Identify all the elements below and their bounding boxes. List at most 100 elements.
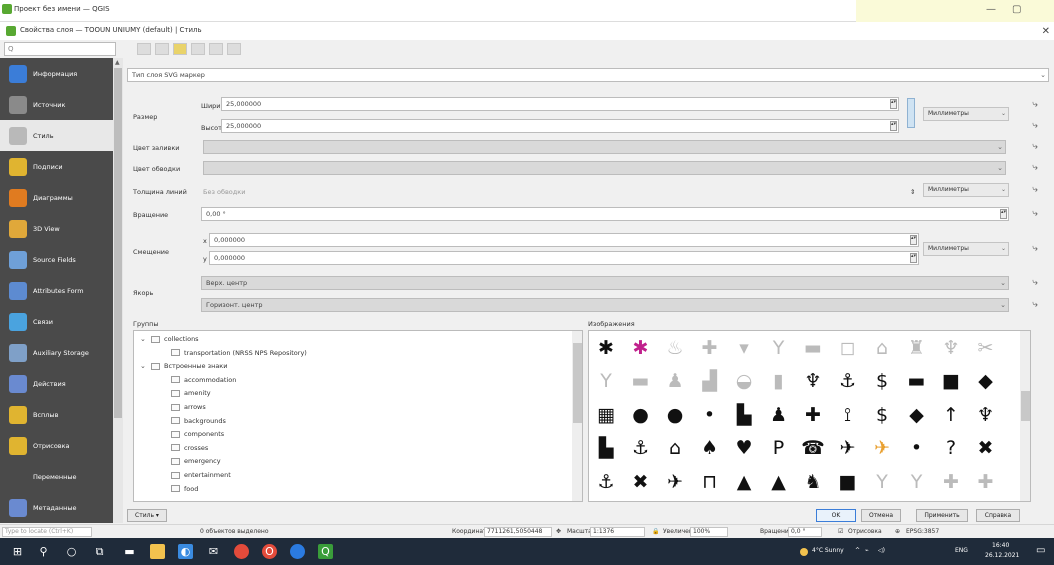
- tree-item[interactable]: transportation (NRSS NPS Repository): [160, 349, 307, 357]
- svg-symbol-icon[interactable]: •: [904, 436, 930, 462]
- height-input[interactable]: 25,000000 ▴▾: [221, 119, 899, 133]
- data-defined-override-icon[interactable]: ⤷: [1028, 161, 1042, 175]
- anchor-horizontal-select[interactable]: Верх. центр ⌄: [201, 276, 1009, 290]
- sidebar-item[interactable]: Метаданные: [0, 492, 113, 523]
- svg-symbol-icon[interactable]: ▙: [731, 402, 757, 428]
- svg-symbol-icon[interactable]: ☎: [800, 436, 826, 462]
- sidebar-scrollbar[interactable]: ▲: [113, 58, 123, 523]
- size-unit-select[interactable]: Миллиметры ⌄: [923, 107, 1009, 121]
- stroke-unit-select[interactable]: Миллиметры ⌄: [923, 183, 1009, 197]
- svg-symbol-icon[interactable]: ✖: [628, 469, 654, 495]
- network-icon[interactable]: ⌁: [865, 547, 869, 554]
- svg-symbol-icon[interactable]: $: [869, 402, 895, 428]
- sidebar-item[interactable]: Отрисовка: [0, 430, 113, 461]
- volume-icon[interactable]: ◁): [878, 547, 885, 554]
- sidebar-item[interactable]: Всплыв: [0, 399, 113, 430]
- tree-item[interactable]: amenity: [160, 389, 211, 397]
- data-defined-override-icon[interactable]: ⤷: [1028, 242, 1042, 256]
- svg-groups-tree[interactable]: ⌄ collections transportation (NRSS NPS Rep…: [133, 330, 583, 502]
- svg-symbol-icon[interactable]: ▙: [593, 436, 619, 462]
- tree-item[interactable]: accommodation: [160, 376, 236, 384]
- crs-icon[interactable]: ⊕: [895, 528, 900, 535]
- spinbox-arrows-icon[interactable]: ▴▾: [890, 99, 897, 109]
- svg-symbol-icon[interactable]: ↑: [938, 402, 964, 428]
- spinbox-arrows-icon[interactable]: ▴▾: [910, 253, 917, 263]
- groups-scrollbar[interactable]: [572, 331, 582, 501]
- svg-symbol-icon[interactable]: ♟: [662, 369, 688, 395]
- mail-icon[interactable]: ✉: [206, 544, 221, 559]
- scrollbar-thumb[interactable]: [114, 68, 122, 418]
- svg-symbol-icon[interactable]: ♜: [904, 335, 930, 361]
- width-input[interactable]: 25,000000 ▴▾: [221, 97, 899, 111]
- ok-button[interactable]: OK: [816, 509, 856, 522]
- svg-symbol-icon[interactable]: ⟟: [835, 402, 861, 428]
- svg-symbol-icon[interactable]: P: [766, 436, 792, 462]
- notifications-icon[interactable]: ▭: [1036, 545, 1045, 556]
- sidebar-item[interactable]: Стиль: [0, 120, 113, 151]
- svg-symbol-icon[interactable]: ◻: [835, 335, 861, 361]
- edge-icon[interactable]: ◐: [178, 544, 193, 559]
- sidebar-item[interactable]: Информация: [0, 58, 113, 89]
- minimize-button[interactable]: —: [986, 4, 996, 15]
- fill-color-button[interactable]: ⌄: [203, 140, 1006, 154]
- svg-symbol-icon[interactable]: Y: [869, 469, 895, 495]
- svg-symbol-icon[interactable]: ♆: [938, 335, 964, 361]
- svg-symbol-icon[interactable]: ▬: [628, 369, 654, 395]
- windows-start-icon[interactable]: ⊞: [10, 544, 25, 559]
- cortana-icon[interactable]: ○: [64, 544, 79, 559]
- weather-text[interactable]: 4°C Sunny: [812, 547, 844, 554]
- sidebar-item[interactable]: Source Fields: [0, 244, 113, 275]
- svg-symbol-icon[interactable]: ⌂: [869, 335, 895, 361]
- search-icon[interactable]: ⚲: [36, 544, 51, 559]
- sidebar-item[interactable]: 3D View: [0, 213, 113, 244]
- svg-symbol-icon[interactable]: ♟: [766, 402, 792, 428]
- close-dialog-button[interactable]: ✕: [1042, 26, 1050, 37]
- data-defined-override-icon[interactable]: ⤷: [1028, 276, 1042, 290]
- expander-icon[interactable]: ⌄: [140, 362, 148, 370]
- svg-symbol-icon[interactable]: ✚: [800, 402, 826, 428]
- qgis-taskbar-icon[interactable]: Q: [318, 544, 333, 559]
- svg-symbol-icon[interactable]: ⚓: [628, 436, 654, 462]
- spinbox-arrows-icon[interactable]: ▴▾: [1000, 209, 1007, 219]
- svg-symbol-icon[interactable]: ▬: [904, 369, 930, 395]
- browser-icon[interactable]: [290, 544, 305, 559]
- task-view-icon[interactable]: ⧉: [92, 544, 107, 559]
- toolbar-button[interactable]: [155, 43, 169, 55]
- style-menu-button[interactable]: Стиль ▾: [127, 509, 167, 522]
- svg-symbol-icon[interactable]: ▮: [766, 369, 792, 395]
- svg-symbol-icon[interactable]: •: [697, 402, 723, 428]
- svg-symbol-icon[interactable]: ✚: [973, 469, 999, 495]
- svg-symbol-icon[interactable]: ⌂: [662, 436, 688, 462]
- files-icon[interactable]: [150, 544, 165, 559]
- svg-symbol-icon[interactable]: ▾: [731, 335, 757, 361]
- render-checkbox[interactable]: ☑: [838, 528, 843, 535]
- svg-symbol-icon[interactable]: ✈: [662, 469, 688, 495]
- svg-symbol-icon[interactable]: ♨: [662, 335, 688, 361]
- svg-symbol-icon[interactable]: ♞: [800, 469, 826, 495]
- svg-symbol-icon[interactable]: ●: [662, 402, 688, 428]
- symbol-layer-type-select[interactable]: Тип слоя SVG маркер ⌄: [127, 68, 1049, 82]
- tree-item[interactable]: components: [160, 430, 224, 438]
- cancel-button[interactable]: Отмена: [861, 509, 901, 522]
- lock-icon[interactable]: 🔒: [652, 528, 659, 535]
- magnifier-field[interactable]: 100%: [690, 527, 728, 537]
- lock-aspect-ratio-button[interactable]: [907, 98, 915, 128]
- sidebar-item[interactable]: Attributes Form: [0, 275, 113, 306]
- svg-symbol-icon[interactable]: ✚: [697, 335, 723, 361]
- images-scrollbar[interactable]: [1020, 331, 1030, 501]
- svg-symbol-icon[interactable]: ▦: [593, 402, 619, 428]
- svg-symbol-icon[interactable]: ♠: [697, 436, 723, 462]
- svg-symbol-icon[interactable]: ?: [938, 436, 964, 462]
- sidebar-item[interactable]: Источник: [0, 89, 113, 120]
- scale-field[interactable]: 1:1376: [590, 527, 645, 537]
- locator-input[interactable]: Type to locate (Ctrl+K): [2, 527, 92, 537]
- sidebar-item[interactable]: Действия: [0, 368, 113, 399]
- explorer-icon[interactable]: ▬: [122, 544, 137, 559]
- spinbox-arrows-icon[interactable]: ⇕: [910, 188, 915, 196]
- rotation-status-field[interactable]: 0,0 °: [788, 527, 822, 537]
- svg-symbol-icon[interactable]: ♆: [973, 402, 999, 428]
- opera-icon[interactable]: O: [262, 544, 277, 559]
- svg-symbol-icon[interactable]: ✱: [593, 335, 619, 361]
- data-defined-override-icon[interactable]: ⤷: [1028, 183, 1042, 197]
- svg-symbol-icon[interactable]: ⊓: [697, 469, 723, 495]
